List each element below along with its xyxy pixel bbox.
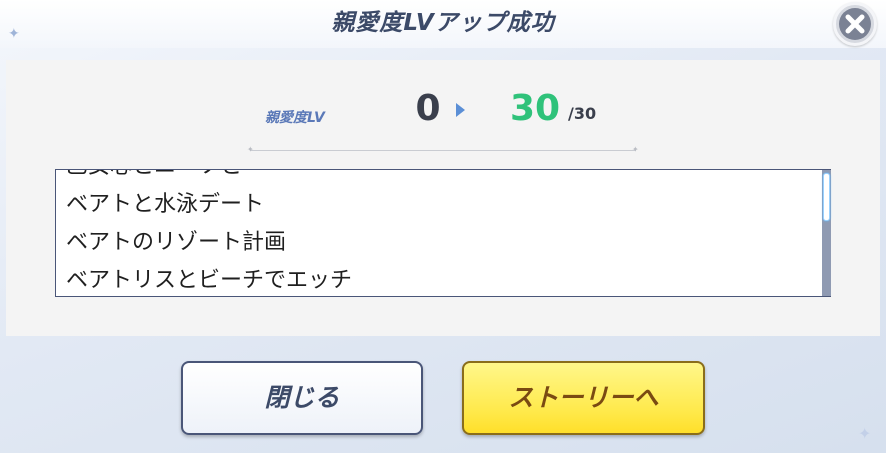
level-to-value: 30 <box>510 88 561 129</box>
level-label: 親愛度LV <box>265 110 325 126</box>
level-from-value: 0 <box>415 88 441 129</box>
story-list-item: ベアトのリゾート計画 <box>66 230 287 255</box>
close-dialog-button[interactable]: 閉じる <box>181 361 423 435</box>
right-arrow-icon <box>456 103 465 117</box>
sparkle-icon: ✦ <box>8 26 20 42</box>
close-button[interactable] <box>833 2 877 46</box>
go-to-story-button[interactable]: ストーリーへ <box>462 361 705 435</box>
scrollbar-thumb[interactable] <box>823 173 830 221</box>
level-max-value: /30 <box>568 104 597 123</box>
divider-end-dot: ✦ <box>247 145 254 154</box>
divider-end-dot: ✦ <box>632 145 639 154</box>
divider <box>250 150 636 151</box>
story-list-item: ベアトリスとビーチでエッチ <box>66 268 353 293</box>
sparkle-icon: ✦ <box>858 424 872 443</box>
dialog-title: 親愛度LVアップ成功 <box>331 10 555 36</box>
story-list-item: ベアトと水泳デート <box>66 192 265 217</box>
story-list-content: 乙女心とニーソと ベアトと水泳デート ベアトのリゾート計画 ベアトリスとビーチで… <box>66 170 353 296</box>
story-list-item: 乙女心とニーソと <box>66 170 352 186</box>
unlocked-story-list[interactable]: 乙女心とニーソと ベアトと水泳デート ベアトのリゾート計画 ベアトリスとビーチで… <box>55 169 831 297</box>
close-x-icon <box>845 14 865 34</box>
